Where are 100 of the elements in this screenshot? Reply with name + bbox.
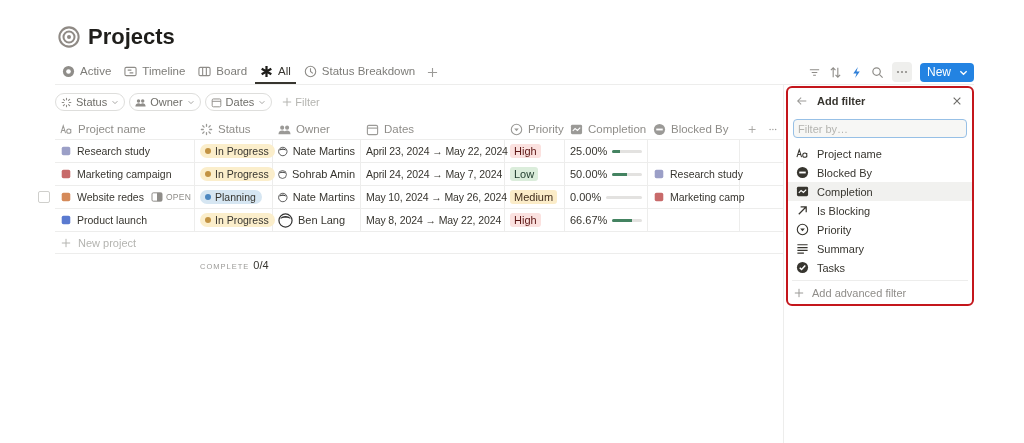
relation-icon (796, 166, 809, 179)
filter-option[interactable]: Summary (788, 239, 972, 258)
view-tab[interactable]: All (255, 60, 296, 84)
blocked-by-link[interactable]: Marketing camp (670, 191, 745, 203)
board-icon (198, 64, 212, 78)
back-icon[interactable] (796, 95, 808, 107)
filter-option[interactable]: Is Blocking (788, 201, 972, 220)
view-tab[interactable]: Timeline (119, 60, 191, 84)
page-icon (60, 168, 72, 180)
priority-tag: High (510, 213, 541, 227)
title-icon (60, 122, 73, 136)
date-range: May 8, 2024 → May 22, 2024 (366, 214, 502, 226)
open-button[interactable]: OPEN (148, 192, 194, 202)
page-icon (653, 168, 665, 180)
column-header[interactable]: Priority (505, 119, 565, 139)
filter-option[interactable]: Priority (788, 220, 972, 239)
arrow-icon (796, 204, 809, 217)
caret-icon (111, 98, 120, 106)
calculation-value: 0/4 (253, 259, 269, 271)
plus-icon (61, 237, 71, 248)
person-icon (135, 96, 147, 108)
date-range: April 24, 2024 → May 7, 2024 (366, 168, 503, 180)
more-icon[interactable] (892, 62, 912, 82)
status-tag: In Progress (200, 144, 275, 158)
filter-chip[interactable]: Owner (129, 93, 201, 111)
rollup-icon (570, 122, 583, 136)
text-icon (796, 242, 809, 255)
page-icon (60, 191, 72, 203)
completion-value: 0.00% (570, 191, 602, 203)
status-icon (61, 96, 72, 108)
column-header[interactable]: Owner (273, 119, 361, 139)
date-range: May 10, 2024 → May 26, 2024 (366, 191, 507, 203)
popup-title: Add filter (817, 95, 866, 107)
plus-icon (794, 288, 804, 298)
timeline-icon (124, 64, 138, 78)
name-cell[interactable]: Product launch (55, 209, 195, 231)
priority-tag: Medium (510, 190, 558, 204)
page-icon (60, 145, 72, 157)
completion-value: 50.00% (570, 168, 608, 180)
sort-icon[interactable] (829, 65, 842, 79)
status-tag: Planning (200, 190, 262, 204)
close-icon[interactable] (952, 96, 962, 106)
clock-icon (303, 64, 317, 78)
date-range: April 23, 2024 → May 22, 2024 (366, 145, 508, 157)
column-header[interactable]: Dates (361, 119, 505, 139)
column-header[interactable]: Project name (55, 119, 195, 139)
filter-chip[interactable]: Status (55, 93, 126, 111)
view-tab[interactable]: Active (57, 60, 117, 84)
filter-search-field[interactable]: Filter by… (793, 119, 967, 138)
page-icon (653, 191, 665, 203)
owner-name: Sohrab Amin (292, 168, 355, 180)
sidebar-icon (150, 192, 163, 202)
rollup-icon (796, 185, 809, 198)
view-tab[interactable]: Board (193, 60, 253, 84)
status-icon (200, 122, 213, 136)
column-header[interactable]: Completion (565, 119, 648, 139)
asterisk-icon (260, 64, 274, 78)
select-icon (510, 122, 523, 136)
date-icon (366, 122, 379, 136)
plus-icon (282, 97, 293, 107)
target-icon (58, 26, 80, 48)
new-button[interactable]: New (920, 62, 974, 82)
column-header[interactable]: Status (195, 119, 273, 139)
check-icon (796, 261, 809, 274)
filter-option[interactable]: Tasks (788, 258, 972, 277)
name-cell[interactable]: Research study (55, 140, 195, 162)
status-tag: In Progress (200, 167, 275, 181)
avatar-icon (278, 212, 293, 228)
owner-name: Ben Lang (298, 214, 346, 226)
filter-option[interactable]: Blocked By (788, 163, 972, 182)
filter-chip[interactable]: Dates (204, 93, 273, 111)
progress-bar (612, 218, 642, 222)
priority-tag: Low (510, 167, 539, 181)
page-title: Projects (88, 24, 175, 50)
filter-option[interactable]: Completion (788, 182, 972, 201)
add-advanced-filter-button[interactable]: Add advanced filter (788, 281, 972, 303)
status-tag: In Progress (200, 213, 275, 227)
add-view-icon[interactable] (427, 66, 439, 78)
caret-icon (258, 98, 267, 106)
circle-icon (62, 64, 75, 78)
add-column-icon[interactable] (748, 123, 757, 135)
caret-icon (186, 98, 195, 106)
name-cell[interactable]: Marketing campaign (55, 163, 195, 185)
row-checkbox[interactable] (38, 191, 50, 203)
completion-value: 25.00% (570, 145, 608, 157)
completion-value: 66.67% (570, 214, 608, 226)
blocked-by-link[interactable]: Research study (670, 168, 743, 180)
filter-option[interactable]: Project name (788, 144, 972, 163)
search-icon[interactable] (871, 65, 884, 79)
progress-bar (612, 172, 642, 176)
column-header[interactable]: Blocked By (648, 119, 740, 139)
date-icon (210, 96, 222, 108)
priority-tag: High (510, 144, 541, 158)
relation-icon (653, 122, 666, 136)
owner-name: Nate Martins (292, 191, 355, 203)
name-cell[interactable]: Website redes OPEN (55, 186, 195, 208)
view-tab[interactable]: Status Breakdown (298, 60, 421, 84)
select-icon (796, 223, 809, 236)
page-icon (60, 214, 72, 226)
title-icon (796, 147, 809, 160)
